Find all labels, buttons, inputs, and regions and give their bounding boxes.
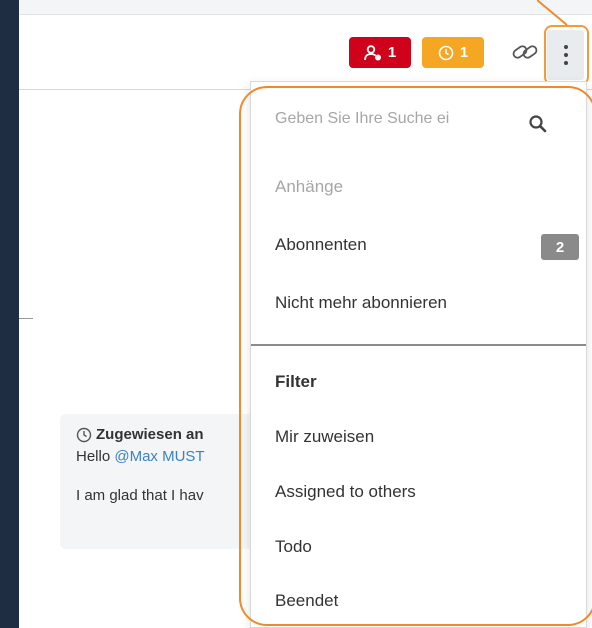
menu-item-subscribers[interactable]: Abonnenten bbox=[275, 235, 367, 255]
options-dropdown-menu: Anhänge Abonnenten 2 Nicht mehr abonnier… bbox=[250, 81, 587, 628]
search-input[interactable] bbox=[275, 110, 497, 128]
pending-badge[interactable]: 1 bbox=[422, 37, 484, 68]
menu-item-attachments: Anhänge bbox=[275, 177, 344, 196]
search-icon[interactable] bbox=[528, 114, 548, 134]
link-icon[interactable] bbox=[508, 38, 542, 66]
menu-item-done[interactable]: Beendet bbox=[275, 591, 338, 611]
menu-section-filter: Filter bbox=[275, 372, 317, 391]
menu-item-assigned-to-others[interactable]: Assigned to others bbox=[275, 482, 416, 502]
assignee-badge[interactable]: 1 bbox=[349, 37, 411, 68]
clock-icon bbox=[76, 427, 92, 442]
comment-title: Zugewiesen an bbox=[96, 426, 204, 443]
menu-item-assign-to-me[interactable]: Mir zuweisen bbox=[275, 427, 374, 447]
divider-tick bbox=[19, 318, 33, 319]
user-mention-link[interactable]: @Max MUST bbox=[114, 448, 204, 465]
pending-count: 1 bbox=[459, 44, 469, 61]
user-assign-icon bbox=[363, 44, 381, 60]
assignee-count: 1 bbox=[387, 44, 397, 61]
callout-line bbox=[537, 0, 568, 26]
top-strip bbox=[19, 0, 592, 14]
conversation-panel: 1 1 Zugewiesen an Hello @Max MUST I am g… bbox=[19, 0, 592, 628]
subscribers-count-badge: 2 bbox=[541, 234, 579, 260]
menu-search bbox=[251, 100, 586, 150]
menu-item-unsubscribe[interactable]: Nicht mehr abonnieren bbox=[275, 293, 447, 313]
menu-divider bbox=[251, 344, 586, 346]
comment-greeting: Hello bbox=[76, 448, 111, 465]
menu-item-todo[interactable]: Todo bbox=[275, 537, 312, 557]
toolbar bbox=[19, 14, 592, 90]
more-button-highlight bbox=[544, 25, 589, 85]
clock-icon bbox=[438, 45, 454, 60]
